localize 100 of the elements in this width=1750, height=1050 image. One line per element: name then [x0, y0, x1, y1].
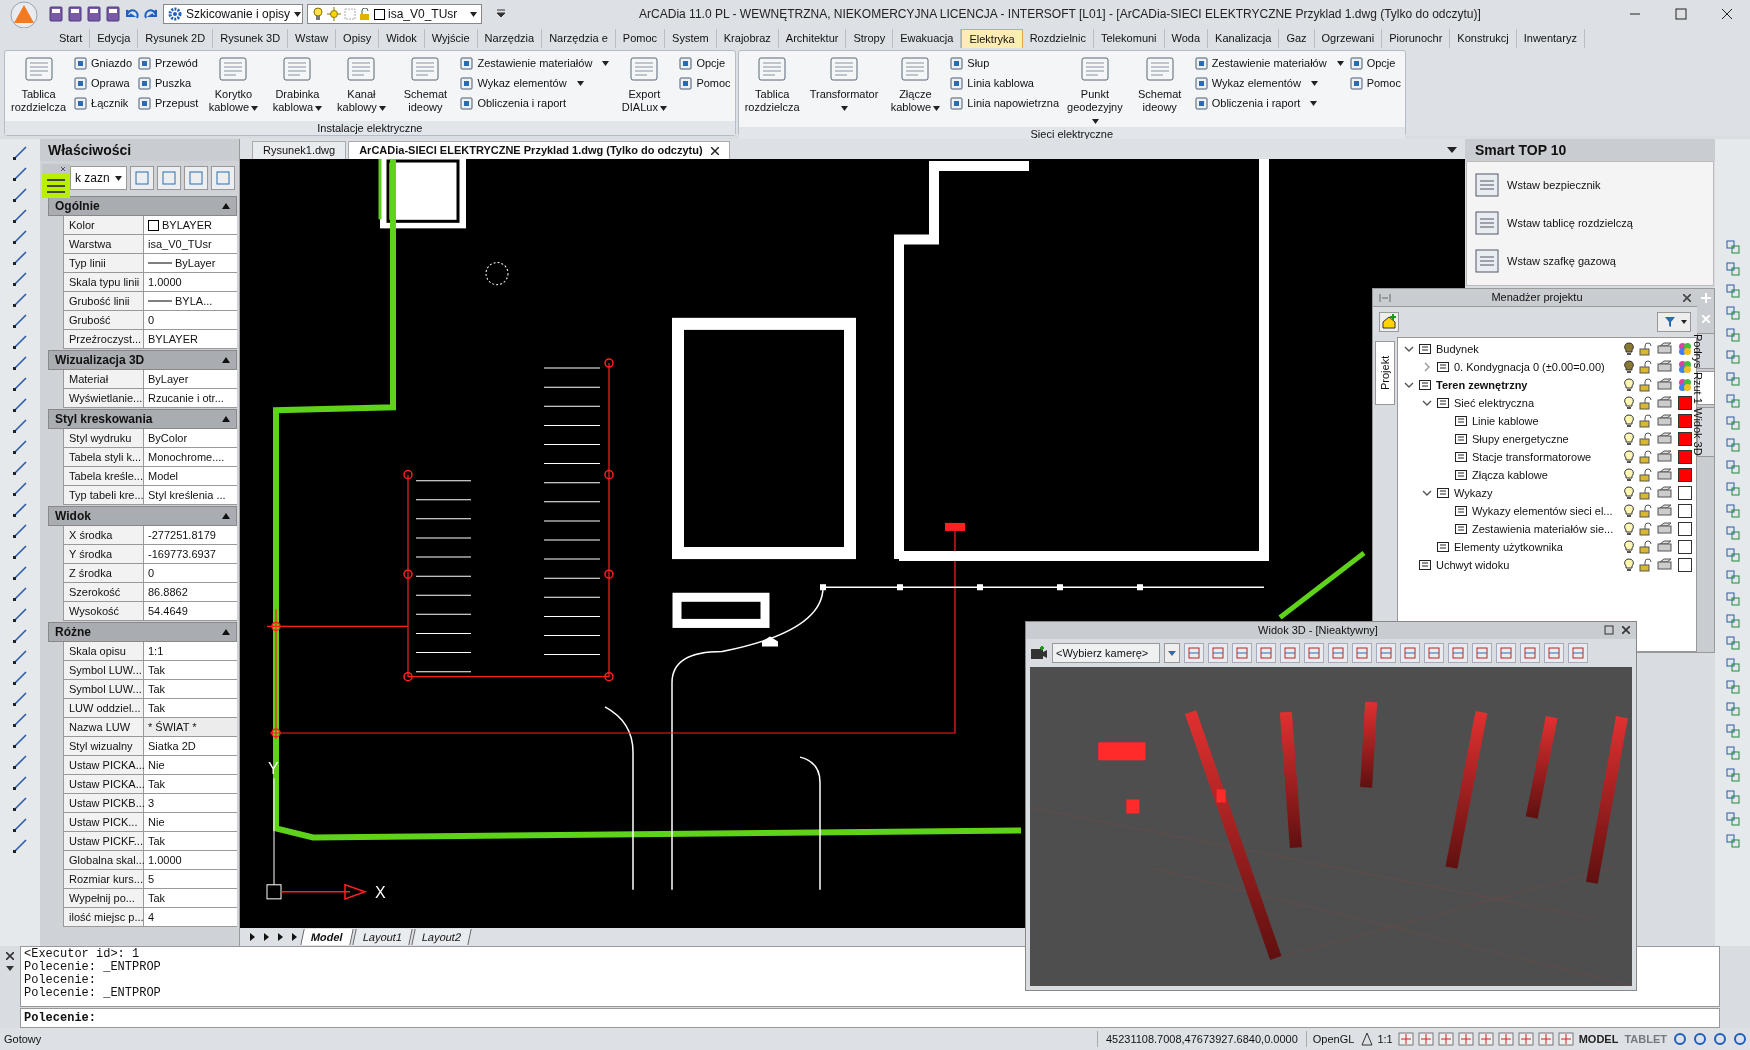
modify-tool-icon[interactable] [1724, 393, 1741, 409]
ribbon-button[interactable]: Transformator [807, 55, 881, 114]
smart-top-item[interactable]: Wstaw tablicę rozdzielczą [1475, 208, 1705, 238]
menu-icon[interactable] [42, 164, 70, 198]
color-swatch[interactable] [1678, 486, 1692, 500]
section-header[interactable]: Wizualizacja 3D [48, 350, 237, 370]
drawing-tool-icon[interactable] [12, 208, 28, 224]
drawing-tool-icon[interactable] [12, 418, 28, 434]
modify-tool-icon[interactable] [1724, 371, 1741, 387]
ribbon-button[interactable]: Zestawienie materiałów [460, 55, 610, 72]
ribbon-button[interactable]: Puszka [138, 75, 199, 92]
lock-icon[interactable] [1639, 360, 1653, 374]
ribbon-button[interactable]: Obliczenia i raport [1194, 95, 1344, 112]
ribbon-button[interactable]: Korytko kablowe [204, 55, 263, 114]
ribbon-button[interactable]: Drabinka kablowa [268, 55, 327, 114]
workspace-dropdown[interactable]: Szkicowanie i opisy [163, 4, 303, 24]
ribbon-button[interactable]: Gniazdo [74, 55, 132, 72]
tree-item[interactable]: Złącza kablowe [1398, 466, 1696, 484]
drafting-toggle-icon[interactable] [1416, 1031, 1435, 1047]
ribbon-button[interactable]: Przepust [138, 95, 199, 112]
drawing-tool-icon[interactable] [12, 271, 28, 287]
modify-tool-icon[interactable] [1724, 283, 1741, 299]
lock-icon[interactable] [1639, 540, 1653, 554]
caret-icon[interactable] [6, 966, 14, 971]
modify-tool-icon[interactable] [1724, 613, 1741, 629]
ribbon-button[interactable]: Pomoc [1349, 75, 1401, 92]
lock-icon[interactable] [1639, 396, 1653, 410]
color-swatch[interactable] [1678, 450, 1692, 464]
modify-tool-icon[interactable] [1724, 459, 1741, 475]
view-tab[interactable]: Rzut 1 [1696, 371, 1715, 406]
drawing-tool-icon[interactable] [12, 355, 28, 371]
close-icon[interactable] [1622, 626, 1630, 635]
layout-tab[interactable]: Layout2 [411, 929, 472, 945]
drawing-tool-icon[interactable] [12, 439, 28, 455]
modify-tool-icon[interactable] [1724, 701, 1741, 717]
ribbon-button[interactable]: Opcje [679, 55, 731, 72]
color-swatch[interactable] [1678, 432, 1692, 446]
document-tab[interactable]: Rysunek1.dwg [252, 141, 347, 159]
bulb-icon[interactable] [1623, 450, 1635, 464]
close-icon[interactable] [6, 952, 14, 960]
drawing-tool-icon[interactable] [12, 250, 28, 266]
document-tab[interactable]: ArCADia-SIECI ELEKTRYCZNE Przyklad 1.dwg (Tylko do odczytu) [348, 141, 730, 159]
ribbon-button[interactable]: Kanał kablowy [332, 55, 391, 114]
close-icon[interactable] [710, 146, 719, 155]
drawing-tool-icon[interactable] [12, 376, 28, 392]
bulb-icon[interactable] [1623, 396, 1635, 410]
lock-icon[interactable] [1639, 432, 1653, 446]
ribbon-button[interactable]: Opcje [1349, 55, 1401, 72]
section-header[interactable]: Styl kreskowania [48, 409, 237, 429]
modify-tool-icon[interactable] [1724, 525, 1741, 541]
modify-tool-icon[interactable] [1724, 789, 1741, 805]
printer-icon[interactable] [1657, 486, 1673, 500]
modify-tool-icon[interactable] [1724, 767, 1741, 783]
bulb-icon[interactable] [1623, 468, 1635, 482]
drawing-tool-icon[interactable] [12, 628, 28, 644]
drawing-tool-icon[interactable] [12, 649, 28, 665]
ribbon-button[interactable]: Wykaz elementów [1194, 75, 1344, 92]
bulb-icon[interactable] [1623, 522, 1635, 536]
modify-tool-icon[interactable] [1724, 635, 1741, 651]
color-swatch[interactable] [1678, 468, 1692, 482]
lock-icon[interactable] [1639, 378, 1653, 392]
modify-tool-icon[interactable] [1724, 723, 1741, 739]
color-swatch[interactable] [1678, 540, 1692, 554]
lock-icon[interactable] [1639, 522, 1653, 536]
selection-dropdown[interactable]: k zazn [70, 166, 127, 190]
drawing-tool-icon[interactable] [12, 523, 28, 539]
scale-button[interactable]: 1:1 [1374, 1030, 1396, 1048]
view-tab[interactable]: Widok 3D [1696, 407, 1715, 457]
tree-item[interactable]: Elementy użytkownika [1398, 538, 1696, 556]
ribbon-button[interactable]: Punkt geodezyjny [1065, 55, 1125, 127]
ribbon-button[interactable]: Zestawienie materiałów [1194, 55, 1344, 72]
camera-icon[interactable] [1030, 644, 1048, 661]
ribbon-button[interactable]: Export DIALux [615, 55, 674, 114]
bulb-icon[interactable] [1623, 342, 1635, 356]
drafting-toggle-icon[interactable] [1556, 1031, 1575, 1047]
save-icon[interactable] [86, 6, 102, 22]
chevron-right-icon[interactable] [1422, 362, 1432, 372]
lock-icon[interactable] [1639, 342, 1653, 356]
bulb-icon[interactable] [1623, 504, 1635, 518]
drafting-toggle-icon[interactable] [1496, 1031, 1515, 1047]
printer-icon[interactable] [1657, 558, 1673, 572]
drafting-toggle-icon[interactable] [1476, 1031, 1495, 1047]
ribbon-button[interactable]: Słup [950, 55, 1060, 72]
bulb-icon[interactable] [1623, 378, 1635, 392]
tree-item[interactable]: Wykazy [1398, 484, 1696, 502]
modify-tool-icon[interactable] [1724, 481, 1741, 497]
ribbon-button[interactable]: Wykaz elementów [460, 75, 610, 92]
drawing-tool-icon[interactable] [12, 817, 28, 833]
chevron-down-icon[interactable] [1422, 488, 1432, 498]
lock-icon[interactable] [1639, 468, 1653, 482]
color-swatch[interactable] [1678, 558, 1692, 572]
modify-tool-icon[interactable] [1724, 239, 1741, 255]
tree-item[interactable]: Uchwyt widoku [1398, 556, 1696, 574]
drawing-tool-icon[interactable] [12, 145, 28, 161]
filter-dropdown-icon[interactable] [1657, 312, 1691, 332]
layer-dropdown[interactable]: isa_V0_TUsr [307, 4, 482, 24]
drawing-tool-icon[interactable] [12, 292, 28, 308]
printer-icon[interactable] [1657, 360, 1673, 374]
ribbon-button[interactable]: Tablica rozdzielcza [742, 55, 802, 114]
drawing-tool-icon[interactable] [12, 838, 28, 854]
